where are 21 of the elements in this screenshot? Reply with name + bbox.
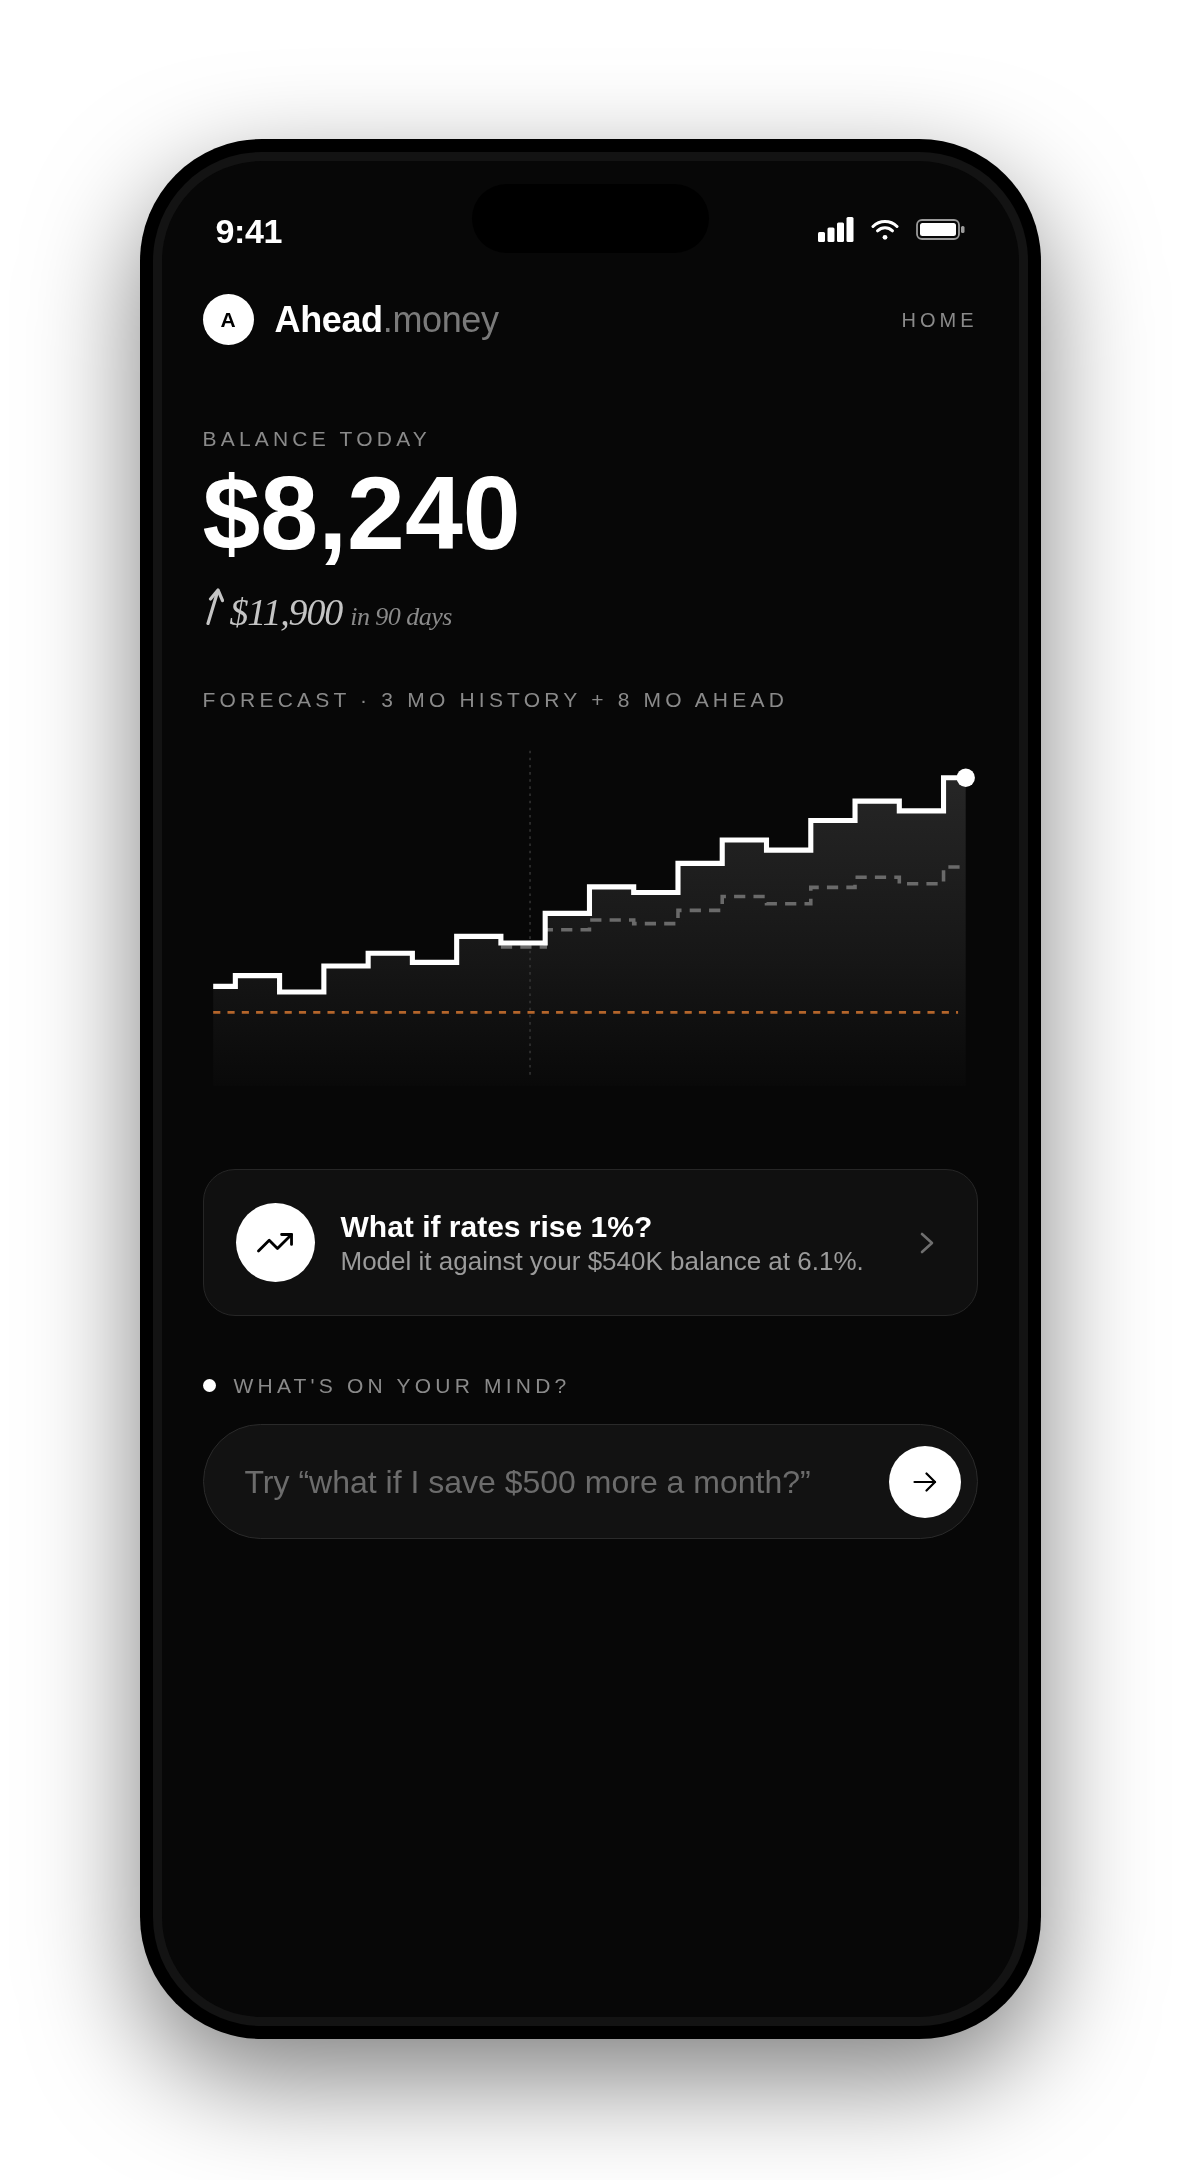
chevron-right-icon xyxy=(918,1230,935,1255)
prompt-input[interactable]: Try “what if I save $500 more a month?” xyxy=(244,1457,877,1506)
logo-mark: A xyxy=(202,294,254,345)
arrow-right-icon xyxy=(912,1471,937,1492)
prompt-label: WHAT'S ON YOUR MIND? xyxy=(233,1375,571,1396)
card-title: What if rates rise 1%? xyxy=(340,1211,653,1242)
suggestion-card[interactable]: What if rates rise 1%? Model it against your $540K balance at 6.1%. xyxy=(202,1169,978,1316)
wifi-icon xyxy=(870,219,899,240)
balance-amount: $8,240 xyxy=(202,461,521,565)
screen-label: HOME xyxy=(901,309,978,330)
forecast-label: FORECAST · 3 MO HISTORY + 8 MO AHEAD xyxy=(202,689,788,710)
signal-icon xyxy=(817,217,854,242)
card-subtitle: Model it against your $540K balance at 6.1%. xyxy=(340,1247,864,1274)
brand-wordmark: Ahead.money xyxy=(274,301,499,338)
status-time: 9:41 xyxy=(215,214,283,248)
battery-icon xyxy=(915,219,965,240)
prompt-field[interactable]: Try “what if I save $500 more a month?” xyxy=(202,1424,978,1539)
balance-label: BALANCE TODAY xyxy=(202,428,431,449)
projected-balance: $11,900 xyxy=(229,593,343,631)
end-point-marker xyxy=(956,768,975,787)
projection-period: in 90 days xyxy=(350,604,452,630)
